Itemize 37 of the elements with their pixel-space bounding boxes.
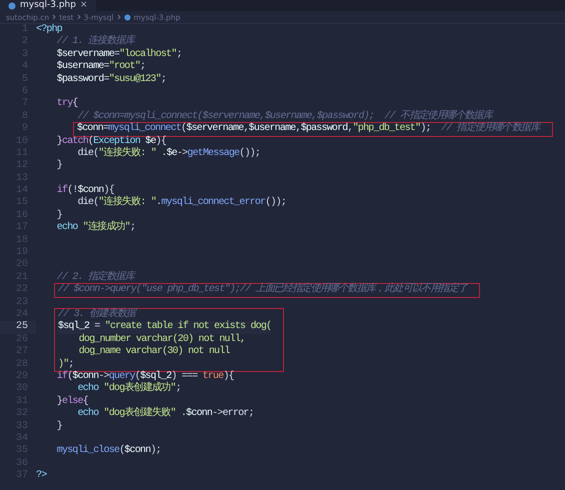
code-line: } xyxy=(56,420,62,433)
code-line: $conn=mysqli_connect($servername,$username,$password,"php_db_test"); // 指定使用哪个数据库 xyxy=(77,123,540,136)
code-line: } xyxy=(56,160,62,173)
code-line: dog_name varchar(30) not null xyxy=(78,346,230,359)
chevron-icon xyxy=(52,14,56,20)
code-line: // 2. 指定数据库 xyxy=(56,272,134,284)
code-line: } xyxy=(56,210,62,222)
code-line: $servername="localhost"; xyxy=(56,48,182,60)
code-line: <?php xyxy=(36,24,62,36)
editor-tab[interactable]: mysql-3.php × xyxy=(0,0,96,11)
code-line: // 1. 连接数据库 xyxy=(56,36,134,48)
code-line: try{ xyxy=(56,98,78,110)
code-line: }catch(Exception $e){ xyxy=(56,136,166,147)
code-line: mysqli_close($conn); xyxy=(56,445,161,458)
code-line: if(!$conn){ xyxy=(56,185,114,196)
php-file-icon xyxy=(124,14,131,20)
code-line: echo "连接成功"; xyxy=(56,222,136,235)
code-line: // $conn=mysqli_connect($servername,$username,$password); // 不指定使用哪个数据库 xyxy=(76,110,492,122)
code-line: $sql_2 = "create table if not exists dog( xyxy=(58,321,272,334)
code-line: echo "dog表创建失败" .$conn->error; xyxy=(76,408,254,420)
code-line: )"; xyxy=(58,358,74,370)
code-line: echo "dog表创建成功"; xyxy=(76,383,181,396)
code-line: // 3. 创建表数据 xyxy=(58,308,136,320)
code-line: // $conn->query("use php_db_test");// 上面已经指定使用哪个数据库，此处可以不用指定了 xyxy=(58,284,468,297)
code-line: if($conn->query($sql_2) === true){ xyxy=(56,370,234,382)
code-line: die("连接失败: ".mysqli_connect_error()); xyxy=(76,197,286,210)
php-file-icon xyxy=(8,2,16,10)
code-line: dog_number varchar(20) not null, xyxy=(78,334,246,346)
chevron-icon xyxy=(116,14,121,20)
code-line: $password="susu@123"; xyxy=(56,74,166,86)
code-line: $username="root"; xyxy=(56,61,146,74)
close-tab-button[interactable]: × xyxy=(80,0,88,11)
line-number: 25 xyxy=(14,321,29,334)
code-line: ?> xyxy=(36,470,46,482)
code-line: die("连接失败: " .$e->getMessage()); xyxy=(76,148,260,160)
code-line: }else{ xyxy=(56,396,88,408)
chevron-icon xyxy=(76,14,81,20)
